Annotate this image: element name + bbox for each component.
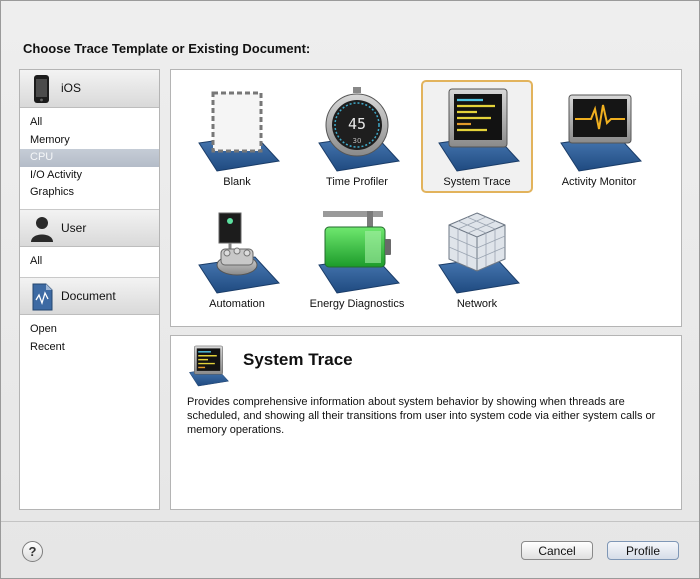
sidebar-item-cpu[interactable]: CPU <box>20 149 159 167</box>
sidebar-section-document[interactable]: Document <box>20 277 159 315</box>
profile-button[interactable]: Profile <box>607 541 679 560</box>
template-system-trace[interactable]: System Trace <box>421 80 533 193</box>
sidebar-section-user[interactable]: User <box>20 208 159 247</box>
template-description-panel: System Trace Provides comprehensive info… <box>170 335 682 510</box>
blank-template-icon <box>198 91 280 172</box>
user-silhouette-icon <box>31 216 53 242</box>
template-network[interactable]: Network <box>421 202 533 315</box>
footer-divider <box>1 521 699 522</box>
template-activity-monitor[interactable]: Activity Monitor <box>543 80 655 193</box>
sidebar-section-label: Document <box>61 289 116 303</box>
stopwatch-icon: 45 30 <box>318 87 400 172</box>
template-grid: Blank 45 30 Time Profiler System Trace A… <box>170 69 682 327</box>
cancel-button[interactable]: Cancel <box>521 541 593 560</box>
template-automation[interactable]: Automation <box>181 202 293 315</box>
sidebar-item-recent[interactable]: Recent <box>20 339 159 357</box>
activity-monitor-icon <box>560 94 642 172</box>
template-label: Activity Monitor <box>561 176 637 188</box>
description-title: System Trace <box>243 350 353 369</box>
template-chooser-sheet: Choose Trace Template or Existing Docume… <box>0 0 700 579</box>
sidebar-item-user-all[interactable]: All <box>20 253 159 271</box>
sidebar-section-label: User <box>61 220 87 235</box>
description-text: Provides comprehensive information about… <box>187 396 656 436</box>
stopwatch-subreadout: 30 <box>353 137 362 145</box>
template-category-sidebar: iOS All Memory CPU I/O Activity Graphics… <box>19 69 160 510</box>
trace-document-icon <box>32 283 53 311</box>
system-trace-icon <box>438 88 520 172</box>
sidebar-item-memory[interactable]: Memory <box>20 132 159 150</box>
system-trace-icon <box>189 345 230 387</box>
template-blank[interactable]: Blank <box>181 80 293 193</box>
stopwatch-readout: 45 <box>348 115 366 133</box>
automation-robot-icon <box>198 212 280 294</box>
sidebar-section-label: iOS <box>61 81 82 95</box>
template-time-profiler[interactable]: 45 30 Time Profiler <box>301 80 413 193</box>
dialog-title: Choose Trace Template or Existing Docume… <box>23 41 311 56</box>
sidebar-item-all[interactable]: All <box>20 114 159 132</box>
network-cube-icon <box>438 212 520 294</box>
help-button[interactable]: ? <box>22 541 43 562</box>
sidebar-section-ios[interactable]: iOS <box>20 70 159 108</box>
battery-icon <box>318 211 400 294</box>
template-label: Network <box>456 298 498 310</box>
iphone-icon <box>34 75 49 103</box>
sidebar-item-io-activity[interactable]: I/O Activity <box>20 167 159 185</box>
sidebar-item-open[interactable]: Open <box>20 321 159 339</box>
sidebar-item-graphics[interactable]: Graphics <box>20 184 159 202</box>
template-energy-diagnostics[interactable]: Energy Diagnostics <box>301 202 413 315</box>
